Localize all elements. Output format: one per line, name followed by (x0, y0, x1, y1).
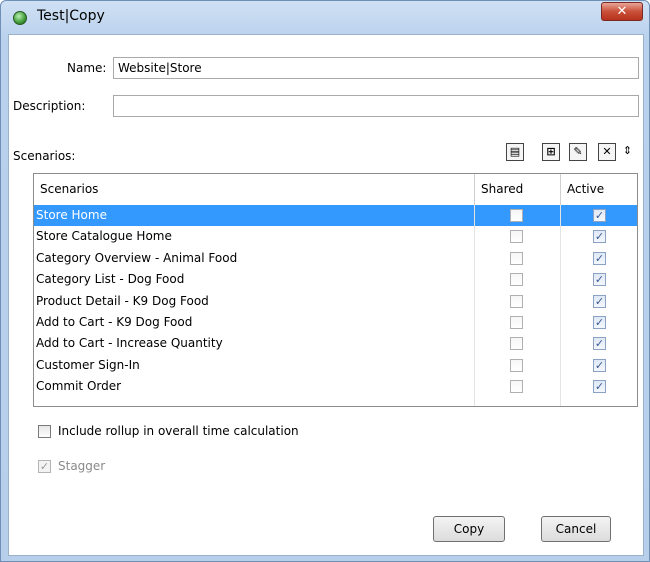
add-scenario-button[interactable]: ⊞ (542, 143, 560, 161)
close-icon: ✕ (616, 4, 628, 19)
new-scenario-icon: ▤ (509, 145, 521, 158)
copy-button[interactable]: Copy (433, 516, 505, 542)
shared-checkbox[interactable] (510, 316, 523, 329)
name-label: Name: (67, 61, 107, 75)
table-row[interactable]: Product Detail - K9 Dog Food ✓ (34, 291, 637, 312)
column-divider (560, 205, 561, 406)
scenario-name: Product Detail - K9 Dog Food (36, 293, 209, 308)
shared-checkbox[interactable] (510, 209, 523, 222)
dialog-body: Name: Website|Store Description: Scenari… (8, 34, 644, 556)
window-title: Test|Copy (37, 8, 105, 24)
stagger-label: Stagger (58, 459, 106, 473)
active-checkbox[interactable]: ✓ (593, 316, 606, 329)
scenario-name: Customer Sign-In (36, 357, 140, 372)
active-checkbox[interactable]: ✓ (593, 230, 606, 244)
table-row[interactable]: Category List - Dog Food ✓ (34, 269, 637, 290)
rollup-option[interactable]: Include rollup in overall time calculati… (38, 424, 299, 438)
rollup-label: Include rollup in overall time calculati… (58, 424, 299, 438)
shared-checkbox[interactable] (510, 358, 523, 372)
scenario-name: Add to Cart - Increase Quantity (36, 336, 223, 351)
name-field[interactable]: Website|Store (113, 57, 639, 79)
scenarios-table: Scenarios Shared Active Store Home ✓ Store… (33, 173, 638, 407)
rollup-checkbox[interactable] (38, 424, 51, 438)
active-checkbox[interactable]: ✓ (593, 380, 606, 394)
shared-checkbox[interactable] (510, 337, 523, 351)
scenario-name: Category Overview - Animal Food (36, 250, 238, 265)
shared-checkbox[interactable] (510, 294, 523, 308)
scenario-name: Add to Cart - K9 Dog Food (36, 315, 193, 329)
stagger-checkbox: ✓ (38, 459, 51, 473)
close-button[interactable]: ✕ (601, 2, 643, 21)
reorder-button[interactable]: ⇕ (621, 143, 634, 161)
table-row[interactable]: Store Home ✓ (34, 205, 637, 226)
column-header-shared[interactable]: Shared (474, 174, 560, 205)
table-row[interactable]: Add to Cart - Increase Quantity ✓ (34, 333, 637, 354)
shared-checkbox[interactable] (510, 273, 523, 287)
scenarios-label: Scenarios: (13, 149, 76, 163)
new-scenario-button[interactable]: ▤ (506, 143, 524, 161)
active-checkbox[interactable]: ✓ (593, 209, 606, 222)
column-header-active[interactable]: Active (560, 174, 637, 205)
active-checkbox[interactable]: ✓ (593, 251, 606, 265)
dialog-window: Test|Copy ✕ Name: Website|Store Descript… (0, 0, 650, 562)
column-divider (474, 205, 475, 406)
reorder-icon: ⇕ (622, 144, 633, 157)
scenario-name: Commit Order (36, 379, 122, 394)
column-header-scenarios[interactable]: Scenarios (34, 174, 474, 205)
description-label: Description: (13, 99, 86, 113)
table-row[interactable]: Store Catalogue Home ✓ (34, 226, 637, 247)
add-icon: ⊞ (546, 145, 556, 158)
table-row[interactable]: Commit Order ✓ (34, 376, 637, 397)
scenario-name: Category List - Dog Food (36, 272, 185, 287)
table-row[interactable]: Add to Cart - K9 Dog Food ✓ (34, 312, 637, 333)
description-field[interactable] (113, 95, 639, 117)
table-row[interactable]: Customer Sign-In ✓ (34, 355, 637, 376)
app-icon (13, 11, 27, 25)
delete-scenario-button[interactable]: ✕ (598, 143, 616, 161)
scenario-name: Store Catalogue Home (36, 229, 172, 244)
edit-icon: ✎ (573, 145, 583, 158)
title-bar[interactable]: Test|Copy ✕ (1, 1, 649, 33)
delete-icon: ✕ (602, 145, 612, 158)
shared-checkbox[interactable] (510, 251, 523, 265)
active-checkbox[interactable]: ✓ (593, 273, 606, 287)
stagger-option: ✓ Stagger (38, 459, 105, 473)
table-header: Scenarios Shared Active (34, 174, 637, 206)
active-checkbox[interactable]: ✓ (593, 337, 606, 351)
active-checkbox[interactable]: ✓ (593, 294, 606, 308)
shared-checkbox[interactable] (510, 380, 523, 394)
shared-checkbox[interactable] (510, 230, 523, 244)
edit-scenario-button[interactable]: ✎ (569, 143, 587, 161)
cancel-button[interactable]: Cancel (541, 516, 611, 542)
active-checkbox[interactable]: ✓ (593, 358, 606, 372)
table-row[interactable]: Category Overview - Animal Food ✓ (34, 248, 637, 269)
scenario-name: Store Home (36, 208, 107, 222)
